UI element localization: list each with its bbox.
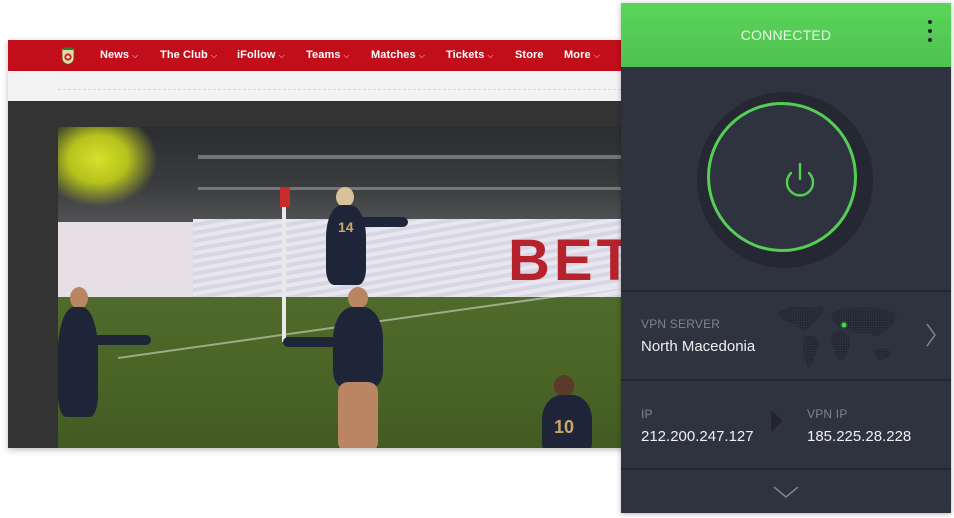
vpn-server-label: VPN SERVER [641, 317, 721, 331]
chevron-down-icon: ⌵ [132, 51, 139, 60]
steward-figure [58, 127, 158, 207]
nav-label: Teams [306, 49, 341, 61]
kebab-menu-icon[interactable] [925, 20, 935, 48]
nav-item-news[interactable]: News ⌵ [100, 49, 138, 61]
divider [58, 89, 626, 90]
divider [621, 379, 951, 381]
connection-status-text: CONNECTED [740, 27, 832, 43]
player-figure [58, 307, 98, 417]
player-head [336, 187, 354, 207]
nav-label: The Club [160, 49, 208, 61]
site-nav-bar: News ⌵ The Club ⌵ iFollow ⌵ Teams ⌵ Matches ⌵… [8, 40, 626, 71]
player-legs [338, 382, 378, 448]
nav-label: Tickets [446, 49, 485, 61]
player-head [70, 287, 88, 309]
nav-item-ifollow[interactable]: iFollow ⌵ [237, 49, 285, 61]
ip-label: IP [641, 407, 653, 421]
vpn-app-panel: CONNECTED VPN SERVER North Macedonia IP … [621, 3, 951, 513]
chevron-down-icon: ⌵ [418, 51, 425, 60]
vpn-ip-label: VPN IP [807, 407, 848, 421]
nav-item-the-club[interactable]: The Club ⌵ [160, 49, 217, 61]
nav-label: More [564, 49, 591, 61]
nav-label: iFollow [237, 49, 276, 61]
power-icon[interactable] [779, 159, 821, 201]
arrow-right-icon [771, 410, 783, 432]
world-map-icon [779, 306, 897, 368]
chevron-down-icon[interactable] [772, 485, 800, 499]
corner-flag [280, 187, 290, 207]
shirt-number: 14 [338, 219, 354, 235]
video-player[interactable]: BET 14 10 [58, 127, 626, 448]
player-arm [358, 217, 408, 227]
nav-item-store[interactable]: Store [515, 49, 544, 61]
player-head [554, 375, 574, 397]
advertising-text: BET [508, 228, 626, 293]
connection-status-header: CONNECTED [621, 3, 951, 67]
player-head [348, 287, 368, 309]
chevron-down-icon: ⌵ [593, 51, 600, 60]
player-arm [283, 337, 343, 347]
chevron-down-icon: ⌵ [278, 51, 285, 60]
chevron-down-icon: ⌵ [487, 51, 494, 60]
corner-flag-pole [282, 192, 286, 342]
nav-item-teams[interactable]: Teams ⌵ [306, 49, 350, 61]
player-figure [333, 307, 383, 387]
nav-item-tickets[interactable]: Tickets ⌵ [446, 49, 494, 61]
chevron-down-icon: ⌵ [210, 51, 218, 60]
ip-value: 212.200.247.127 [641, 428, 754, 445]
sub-nav-bar [8, 71, 626, 101]
divider [621, 468, 951, 470]
player-arm [93, 335, 151, 345]
chevron-right-icon[interactable] [925, 322, 937, 348]
nav-label: Store [515, 49, 544, 61]
nav-label: Matches [371, 49, 416, 61]
browser-window: News ⌵ The Club ⌵ iFollow ⌵ Teams ⌵ Matches ⌵… [8, 40, 626, 448]
club-crest-icon[interactable] [61, 46, 75, 65]
shirt-number: 10 [554, 417, 575, 437]
nav-label: News [100, 49, 130, 61]
nav-item-more[interactable]: More ⌵ [564, 49, 600, 61]
chevron-down-icon: ⌵ [343, 51, 350, 60]
vpn-ip-value: 185.225.28.228 [807, 428, 912, 445]
stand-railing [198, 155, 626, 159]
stand-railing [198, 187, 626, 190]
nav-item-matches[interactable]: Matches ⌵ [371, 49, 425, 61]
vpn-server-value: North Macedonia [641, 338, 756, 355]
